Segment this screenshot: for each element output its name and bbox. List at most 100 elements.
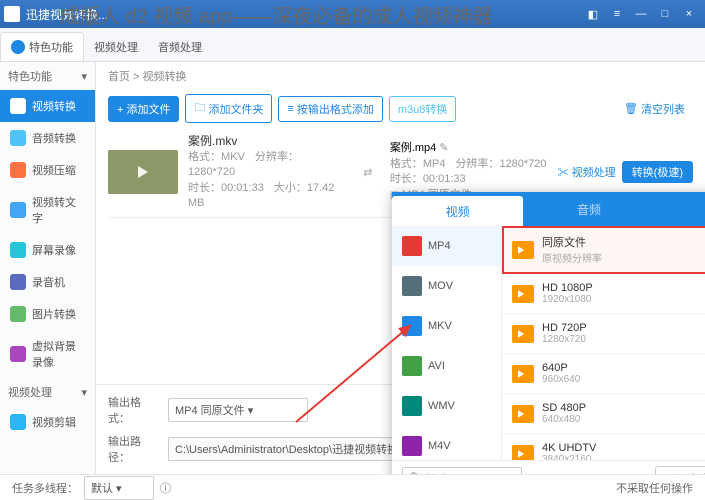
format-label: M4V bbox=[428, 440, 451, 452]
m3u8-button[interactable]: m3u8转换 bbox=[389, 96, 457, 122]
add-file-button[interactable]: + 添加文件 bbox=[108, 96, 179, 122]
mov-icon bbox=[402, 276, 422, 296]
edit-icon bbox=[10, 414, 26, 430]
tab-special[interactable]: 特色功能 bbox=[0, 32, 84, 61]
button-label: 清空列表 bbox=[641, 101, 685, 117]
preset-name: SD 480P bbox=[542, 402, 705, 414]
wmv-icon bbox=[402, 396, 422, 416]
sidebar-item-label: 屏幕录像 bbox=[32, 242, 76, 258]
format-mov[interactable]: MOV bbox=[392, 266, 501, 306]
film-icon bbox=[512, 285, 534, 303]
output-format-select[interactable]: MP4 同原文件 ▾ bbox=[168, 398, 308, 422]
sidebar-item-image-convert[interactable]: 图片转换 bbox=[0, 298, 95, 330]
button-label: 按输出格式添加 bbox=[297, 101, 374, 117]
swap-button[interactable]: ⇄ bbox=[356, 160, 380, 184]
mic-icon bbox=[10, 274, 26, 290]
screen-icon bbox=[10, 242, 26, 258]
overlay-watermark: 成版人 d2 视频 app——深夜必备的成人视频神器 bbox=[60, 0, 492, 29]
preset-720p[interactable]: HD 720P1280x720✎ bbox=[502, 314, 705, 354]
star-icon bbox=[11, 40, 25, 54]
format-wmv[interactable]: WMV bbox=[392, 386, 501, 426]
sidebar-item-audio-convert[interactable]: 音频转换 bbox=[0, 122, 95, 154]
source-info: 案例.mkv 格式：MKV 分辨率：1280*720 时长：00:01:33 大… bbox=[188, 133, 346, 211]
popup-tab-device[interactable]: 设备 bbox=[655, 192, 705, 226]
convert-button[interactable]: 转换(极速) bbox=[622, 161, 693, 183]
sidebar-item-label: 视频压缩 bbox=[32, 162, 76, 178]
sidebar-item-compress[interactable]: 视频压缩 bbox=[0, 154, 95, 186]
close-button[interactable]: × bbox=[677, 4, 701, 24]
thread-label: 任务多线程： bbox=[12, 480, 78, 496]
sidebar-item-label: 视频剪辑 bbox=[32, 414, 76, 430]
film-icon bbox=[512, 365, 534, 383]
thread-select[interactable]: 默认 ▾ bbox=[84, 476, 154, 500]
sidebar-item-video-convert[interactable]: 视频转换 bbox=[0, 90, 95, 122]
output-path-label: 输出路径： bbox=[108, 433, 162, 465]
format-label: MP4 bbox=[428, 240, 451, 252]
sidebar-item-to-text[interactable]: 视频转文字 bbox=[0, 186, 95, 234]
sidebar-header-special: 特色功能▾ bbox=[0, 62, 95, 90]
film-icon bbox=[512, 405, 534, 423]
format-m4v[interactable]: M4V bbox=[392, 426, 501, 460]
preset-sub: 原视频分辨率 bbox=[542, 250, 696, 265]
format-avi[interactable]: AVI bbox=[392, 346, 501, 386]
preset-1080p[interactable]: HD 1080P1920x1080✎ bbox=[502, 274, 705, 314]
preset-original[interactable]: 同原文件原视频分辨率⚡ 闪电模式✎ bbox=[502, 226, 705, 274]
info-icon[interactable]: ⓘ bbox=[160, 480, 171, 496]
minimize-button[interactable]: — bbox=[629, 4, 653, 24]
preset-search-input[interactable]: 🔍搜索 bbox=[402, 467, 522, 475]
sidebar-item-recorder[interactable]: 录音机 bbox=[0, 266, 95, 298]
play-icon bbox=[138, 166, 148, 178]
file-name: 案例.mkv bbox=[188, 133, 346, 150]
preset-sub: 1280x720 bbox=[542, 334, 705, 345]
toolbar: + 添加文件 🗀添加文件夹 ≡按输出格式添加 m3u8转换 🗑清空列表 bbox=[96, 90, 705, 127]
app-logo-icon bbox=[4, 6, 20, 22]
add-by-format-button[interactable]: ≡按输出格式添加 bbox=[278, 96, 382, 122]
maximize-button[interactable]: □ bbox=[653, 4, 677, 24]
popup-tab-video[interactable]: 视频 bbox=[392, 196, 523, 226]
format-popup: 视频 音频 设备 MP4 MOV MKV AVI WMV M4V 同原文件原视频… bbox=[392, 192, 705, 474]
sidebar-header-video: 视频处理▾ bbox=[0, 378, 95, 406]
preset-name: HD 1080P bbox=[542, 282, 705, 294]
tab-video[interactable]: 视频处理 bbox=[84, 33, 148, 61]
menu-button[interactable]: ≡ bbox=[605, 4, 629, 24]
format-label: AVI bbox=[428, 360, 445, 372]
tab-audio[interactable]: 音频处理 bbox=[148, 33, 212, 61]
format-label: WMV bbox=[428, 400, 455, 412]
avi-icon bbox=[402, 356, 422, 376]
preset-480p[interactable]: SD 480P640x480✎ bbox=[502, 394, 705, 434]
preset-640p[interactable]: 640P960x640✎ bbox=[502, 354, 705, 394]
compress-icon bbox=[10, 162, 26, 178]
film-icon bbox=[512, 325, 534, 343]
output-name: 案例.mp4 bbox=[390, 142, 436, 154]
format-list: MP4 MOV MKV AVI WMV M4V bbox=[392, 226, 502, 460]
mp4-icon bbox=[402, 236, 422, 256]
sidebar-item-screen-record[interactable]: 屏幕录像 bbox=[0, 234, 95, 266]
popup-tab-audio[interactable]: 音频 bbox=[523, 192, 654, 226]
sidebar: 特色功能▾ 视频转换 音频转换 视频压缩 视频转文字 屏幕录像 录音机 图片转换… bbox=[0, 62, 96, 474]
status-right-label: 不采取任何操作 bbox=[616, 480, 693, 496]
preset-4k[interactable]: 4K UHDTV3840x2160✎ bbox=[502, 434, 705, 460]
statusbar: 任务多线程： 默认 ▾ ⓘ 不采取任何操作 bbox=[0, 474, 705, 500]
rename-button[interactable]: ✎ bbox=[439, 142, 448, 154]
sidebar-item-virtual-bg[interactable]: 虚拟背景录像 bbox=[0, 330, 95, 378]
format-mkv[interactable]: MKV bbox=[392, 306, 501, 346]
image-icon bbox=[10, 306, 26, 322]
main-panel: 首页 > 视频转换 + 添加文件 🗀添加文件夹 ≡按输出格式添加 m3u8转换 … bbox=[96, 62, 705, 474]
format-label: MOV bbox=[428, 280, 453, 292]
add-custom-preset-button[interactable]: 添加自定义参数模板 bbox=[655, 466, 705, 475]
format-mp4[interactable]: MP4 bbox=[392, 226, 501, 266]
popup-tabs: 视频 音频 设备 bbox=[392, 192, 705, 226]
film-icon bbox=[512, 445, 534, 461]
sidebar-item-label: 录音机 bbox=[32, 274, 65, 290]
video-edit-link[interactable]: ✂ 视频处理 bbox=[558, 164, 616, 180]
preset-name: 640P bbox=[542, 362, 705, 374]
sidebar-item-video-edit[interactable]: 视频剪辑 bbox=[0, 406, 95, 438]
add-folder-button[interactable]: 🗀添加文件夹 bbox=[185, 94, 272, 123]
preset-name: HD 720P bbox=[542, 322, 705, 334]
video-thumbnail[interactable] bbox=[108, 150, 178, 194]
preset-name: 4K UHDTV bbox=[542, 442, 705, 454]
tab-label: 视频处理 bbox=[94, 39, 138, 55]
sidebar-item-label: 图片转换 bbox=[32, 306, 76, 322]
skin-button[interactable]: ◧ bbox=[581, 4, 605, 24]
clear-list-button[interactable]: 🗑清空列表 bbox=[616, 97, 693, 121]
